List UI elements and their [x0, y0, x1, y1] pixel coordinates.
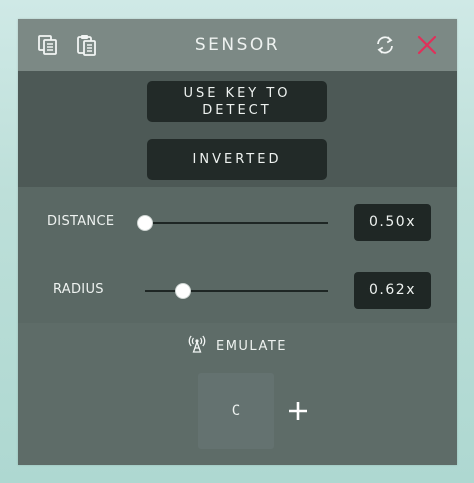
distance-slider-handle[interactable]: [137, 215, 153, 231]
distance-label: DISTANCE: [47, 214, 115, 229]
radius-value-field[interactable]: 0.62x: [354, 272, 431, 309]
emulate-header: EMULATE: [18, 335, 457, 355]
use-key-label-line1: USE KEY TO: [183, 86, 291, 101]
emulate-label: EMULATE: [215, 339, 288, 354]
refresh-icon[interactable]: [373, 33, 397, 57]
use-key-to-detect-button[interactable]: USE KEY TO DETECT: [147, 81, 327, 122]
use-key-label-line2: DETECT: [202, 103, 272, 118]
emulate-key-slot[interactable]: C: [198, 373, 274, 449]
panel-header: SENSOR: [18, 19, 457, 71]
distance-value-field[interactable]: 0.50x: [354, 204, 431, 241]
sensor-panel: SENSOR USE KEY TO DETECT INVERTED DISTAN…: [18, 19, 457, 465]
radius-label: RADIUS: [53, 282, 104, 297]
radius-slider-track[interactable]: [145, 290, 328, 292]
radius-slider-handle[interactable]: [175, 283, 192, 299]
emulate-section: EMULATE C: [18, 323, 457, 465]
close-icon[interactable]: [415, 33, 439, 57]
options-section: USE KEY TO DETECT INVERTED: [18, 71, 457, 187]
antenna-icon: [188, 335, 206, 353]
sliders-section: DISTANCE 0.50x RADIUS 0.62x: [18, 187, 457, 323]
inverted-button[interactable]: INVERTED: [147, 139, 327, 180]
plus-icon[interactable]: [286, 399, 310, 423]
distance-slider-track[interactable]: [145, 222, 328, 224]
